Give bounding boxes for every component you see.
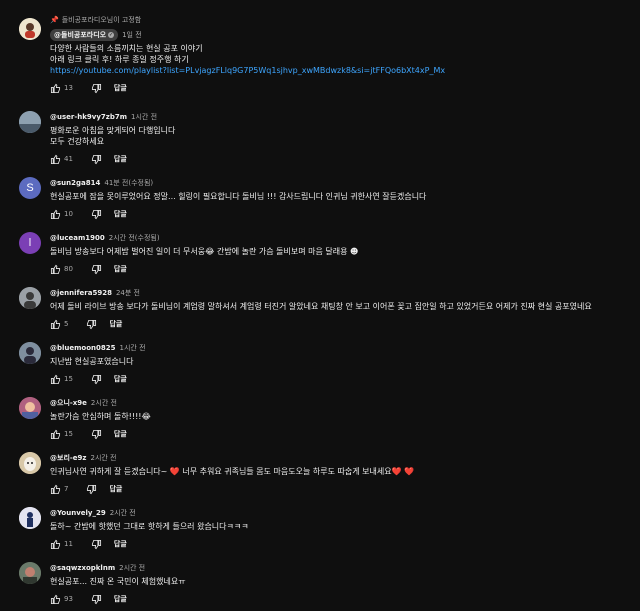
comment-author[interactable]: @jennifera5928 (50, 289, 112, 297)
reply-button[interactable]: 답글 (114, 83, 127, 93)
comment-text: 돌비님 방송보다 어제밤 벌어진 일이 더 무서웅😂 간밤에 놀란 가슴 돌비보… (50, 247, 359, 256)
dislike-icon[interactable] (91, 154, 102, 165)
comment-text: 현실공포에 잠을 못이루었어요 정말... 힐링이 필요합니다 돌비님 !!! … (50, 192, 427, 201)
like-count: 5 (64, 320, 69, 328)
avatar[interactable] (19, 342, 41, 364)
comment-time[interactable]: 2시간 전(수정됨) (109, 233, 160, 243)
like-icon[interactable] (50, 319, 61, 330)
dislike-icon[interactable] (91, 594, 102, 605)
comment-text: 놀란가슴 안심하며 돌하!!!!😂 (50, 412, 151, 421)
avatar[interactable] (19, 397, 41, 419)
avatar[interactable] (19, 111, 41, 133)
verified-check-icon: ✓ (108, 32, 115, 38)
like-count: 41 (64, 155, 73, 163)
comment-time[interactable]: 41분 전(수정됨) (104, 178, 153, 188)
avatar[interactable] (19, 562, 41, 584)
avatar[interactable]: l (19, 232, 41, 254)
like-icon[interactable] (50, 83, 61, 94)
dislike-icon[interactable] (91, 264, 102, 275)
comment-time[interactable]: 1일 전 (122, 30, 142, 40)
comment-text: 평화로운 아침을 맞게되어 다행입니다 모두 건강하세요 (50, 126, 176, 146)
comment-text: 어제 돌비 라이브 방송 보다가 돌비님이 계엄령 말하셔서 계엄령 터진거 알… (50, 302, 592, 311)
comment-text: 현실공포... 진짜 온 국민이 체험했네요ㅠ (50, 577, 186, 586)
dislike-icon[interactable] (91, 539, 102, 550)
avatar[interactable]: S (19, 177, 41, 199)
comment-time[interactable]: 1시간 전 (120, 343, 146, 353)
pin-icon: 📌 (50, 16, 59, 24)
comment-author[interactable]: @bluemoon0825 (50, 344, 116, 352)
comment-author[interactable]: @Younvely_29 (50, 509, 106, 517)
like-count: 11 (64, 540, 73, 548)
avatar[interactable] (19, 287, 41, 309)
reply-button[interactable]: 답글 (114, 374, 127, 384)
avatar[interactable] (19, 452, 41, 474)
avatar[interactable] (19, 507, 41, 529)
comment-author[interactable]: @user-hk9vy7zb7m (50, 113, 127, 121)
comment-time[interactable]: 1시간 전 (131, 112, 157, 122)
like-icon[interactable] (50, 264, 61, 275)
dislike-icon[interactable] (91, 429, 102, 440)
comment-time[interactable]: 2시간 전 (91, 398, 117, 408)
comment-author[interactable]: @돌비공포라디오 ✓ (50, 29, 119, 41)
comment-author[interactable]: @luceam1900 (50, 234, 105, 242)
like-icon[interactable] (50, 594, 61, 605)
reply-button[interactable]: 답글 (109, 484, 122, 494)
comment-text: 지난밤 현실공포였습니다 (50, 357, 134, 366)
like-icon[interactable] (50, 484, 61, 495)
comment-text: 인귀님사연 귀하게 잘 듣겠습니다~ ❤️ 너무 추워요 귀족님들 몸도 마음도… (50, 467, 415, 476)
like-icon[interactable] (50, 429, 61, 440)
like-count: 15 (64, 430, 73, 438)
dislike-icon[interactable] (91, 374, 102, 385)
comment-time[interactable]: 24분 전 (116, 288, 140, 298)
comment-time[interactable]: 2시간 전 (90, 453, 116, 463)
avatar-letter: S (26, 182, 34, 194)
reply-button[interactable]: 답글 (114, 154, 127, 164)
comment-time[interactable]: 2시간 전 (110, 508, 136, 518)
reply-button[interactable]: 답글 (114, 209, 127, 219)
reply-button[interactable]: 답글 (114, 539, 127, 549)
reply-button[interactable]: 답글 (114, 594, 127, 604)
avatar[interactable] (19, 18, 41, 40)
comment-text: 다양한 사람들의 소름끼치는 현실 공포 이야기 아래 링크 클릭 후! 하루 … (50, 43, 630, 76)
comment-time[interactable]: 2시간 전 (119, 563, 145, 573)
comment-author[interactable]: @보리-e9z (50, 453, 86, 463)
dislike-icon[interactable] (86, 319, 97, 330)
like-icon[interactable] (50, 154, 61, 165)
reply-button[interactable]: 답글 (109, 319, 122, 329)
comment-author[interactable]: @으니-x9e (50, 398, 87, 408)
dislike-icon[interactable] (91, 83, 102, 94)
playlist-link[interactable]: https://youtube.com/playlist?list=PLvjag… (50, 65, 630, 76)
comment-author[interactable]: @saqwzxopklnm (50, 564, 115, 572)
dislike-icon[interactable] (91, 209, 102, 220)
like-count: 7 (64, 485, 69, 493)
like-count: 15 (64, 375, 73, 383)
avatar-letter: l (28, 237, 32, 249)
like-icon[interactable] (50, 539, 61, 550)
like-count: 93 (64, 595, 73, 603)
dislike-icon[interactable] (86, 484, 97, 495)
like-icon[interactable] (50, 209, 61, 220)
like-count: 13 (64, 84, 73, 92)
like-count: 10 (64, 210, 73, 218)
comment-text: 돌하~ 간밤에 핫했던 그대로 핫하게 들으러 왔습니다ㅋㅋㅋ (50, 522, 249, 531)
reply-button[interactable]: 답글 (114, 264, 127, 274)
comment-author[interactable]: @sun2ga814 (50, 179, 100, 187)
like-count: 80 (64, 265, 73, 273)
reply-button[interactable]: 답글 (114, 429, 127, 439)
pinned-label: 📌 돌비공포라디오님이 고정함 (50, 16, 142, 24)
like-icon[interactable] (50, 374, 61, 385)
